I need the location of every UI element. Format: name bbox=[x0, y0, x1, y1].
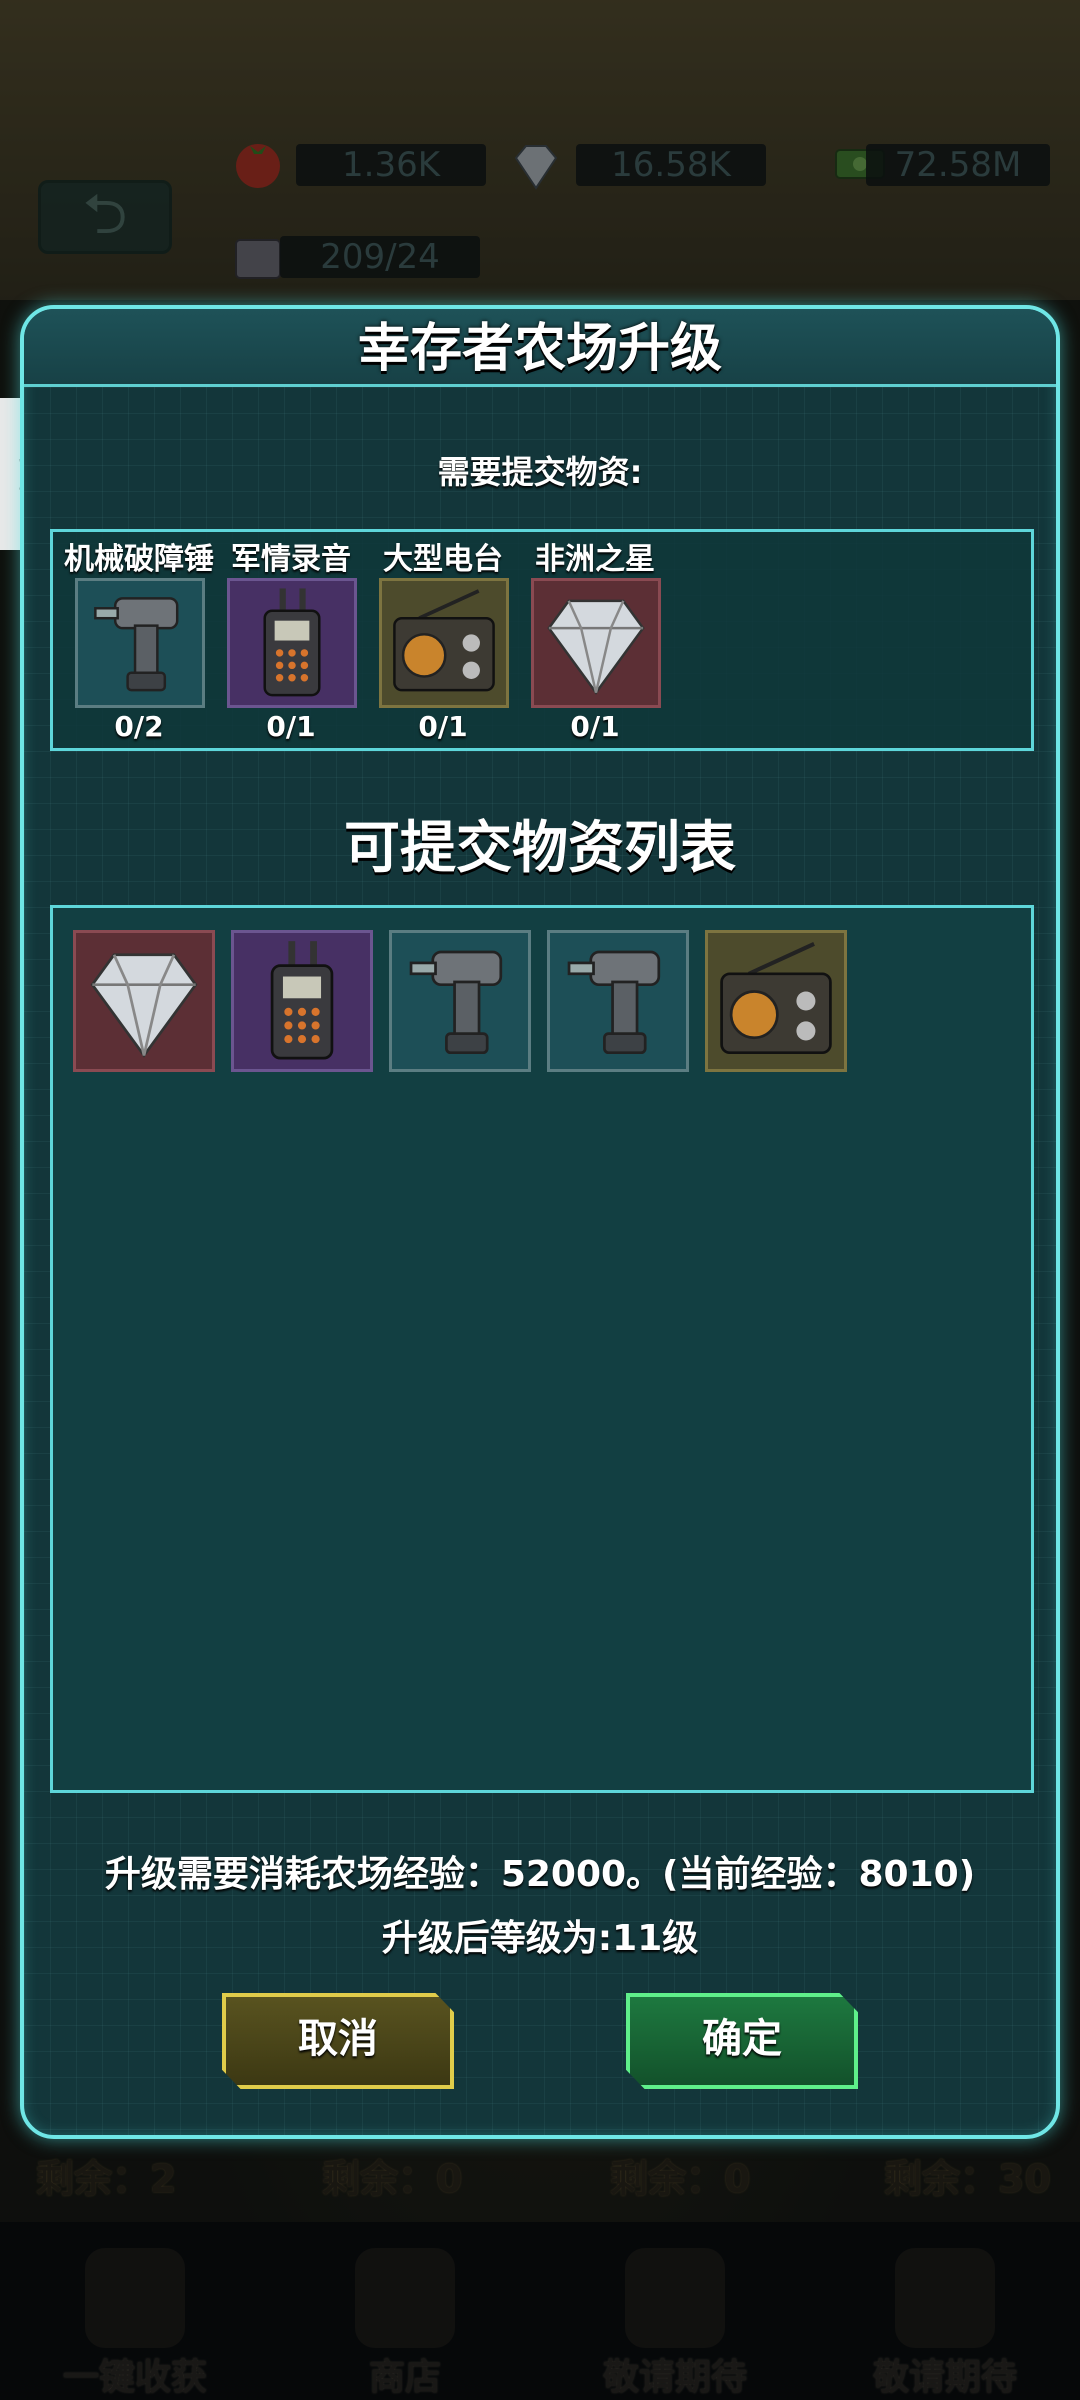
required-item[interactable]: 军情录音 0/1 bbox=[215, 532, 367, 754]
required-item[interactable]: 非洲之星 0/1 bbox=[519, 532, 671, 754]
radio-icon bbox=[379, 578, 509, 708]
radio-icon bbox=[720, 942, 832, 1055]
drill-icon bbox=[567, 950, 661, 1055]
required-item-count: 0/1 bbox=[418, 710, 468, 743]
available-item[interactable] bbox=[73, 930, 215, 1072]
diamond-icon bbox=[531, 578, 661, 708]
required-item[interactable]: 机械破障锤 0/2 bbox=[63, 532, 215, 754]
available-item[interactable] bbox=[547, 930, 689, 1072]
diamond-icon bbox=[90, 953, 198, 1058]
walkie-talkie-icon bbox=[270, 941, 334, 1060]
upgrade-cost-text: 升级需要消耗农场经验：52000。(当前经验：8010) bbox=[104, 1854, 976, 1895]
drill-icon bbox=[409, 950, 503, 1055]
required-item[interactable]: 大型电台 0/1 bbox=[367, 532, 519, 754]
required-item-name: 非洲之星 bbox=[535, 542, 655, 577]
confirm-button[interactable]: 确定 bbox=[626, 1993, 858, 2089]
upgrade-dialog: 幸存者农场升级 需要提交物资: 机械破障锤 0/2 军情录音 0/1 大型电台 … bbox=[20, 305, 1060, 2139]
dialog-title: 幸存者农场升级 bbox=[357, 319, 722, 379]
drill-icon bbox=[75, 578, 205, 708]
required-item-name: 机械破障锤 bbox=[64, 542, 214, 577]
required-item-count: 0/1 bbox=[570, 710, 620, 743]
walkie-talkie-icon bbox=[227, 578, 357, 708]
required-item-name: 大型电台 bbox=[383, 542, 503, 577]
available-list-title: 可提交物资列表 bbox=[344, 816, 736, 881]
upgrade-result-text: 升级后等级为:11级 bbox=[381, 1918, 699, 1959]
available-items-panel bbox=[50, 905, 1034, 1793]
required-item-name: 军情录音 bbox=[231, 542, 351, 577]
available-item[interactable] bbox=[389, 930, 531, 1072]
available-item[interactable] bbox=[705, 930, 847, 1072]
required-materials-label: 需要提交物资: bbox=[437, 453, 643, 491]
available-item[interactable] bbox=[231, 930, 373, 1072]
cancel-button[interactable]: 取消 bbox=[222, 1993, 454, 2089]
required-items-panel: 机械破障锤 0/2 军情录音 0/1 大型电台 0/1 非洲之星 0/1 bbox=[50, 529, 1034, 751]
required-item-count: 0/2 bbox=[114, 710, 164, 743]
required-item-count: 0/1 bbox=[266, 710, 316, 743]
